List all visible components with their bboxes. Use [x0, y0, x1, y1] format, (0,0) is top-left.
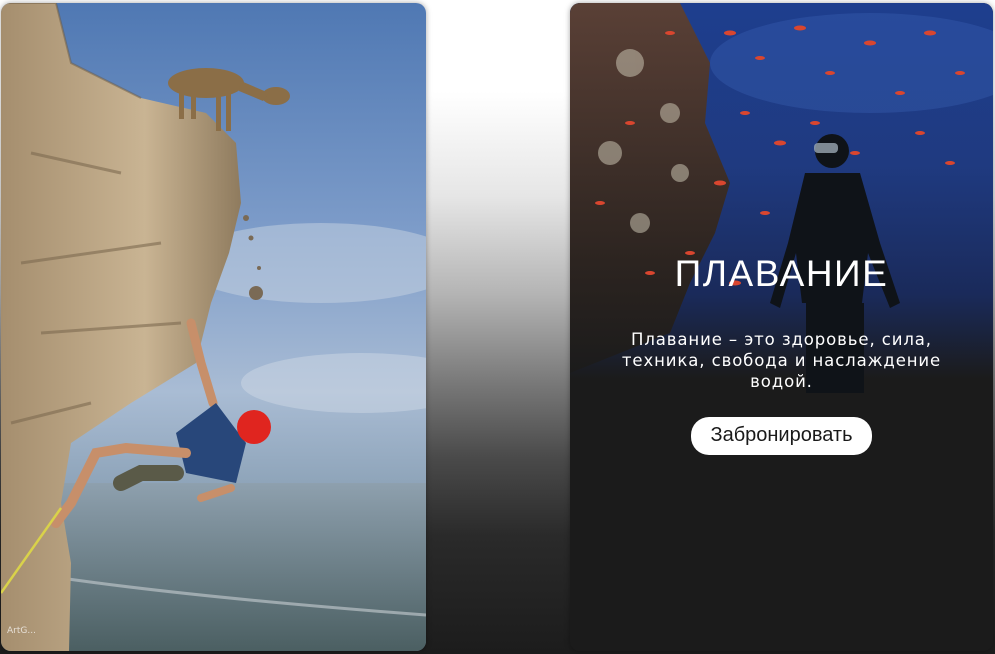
- climbing-card[interactable]: ArtG...: [1, 3, 426, 651]
- card-description: Плавание – это здоровье, сила, техника, …: [621, 330, 942, 391]
- photo-watermark: ArtG...: [7, 626, 36, 636]
- swimming-card[interactable]: ПЛАВАНИЕ Плавание – это здоровье, сила, …: [570, 3, 993, 651]
- card-title: ПЛАВАНИЕ: [674, 253, 889, 294]
- climbing-photo: ArtG...: [1, 3, 426, 651]
- swimming-overlay: ПЛАВАНИЕ Плавание – это здоровье, сила, …: [570, 253, 993, 455]
- book-button[interactable]: Забронировать: [691, 417, 872, 455]
